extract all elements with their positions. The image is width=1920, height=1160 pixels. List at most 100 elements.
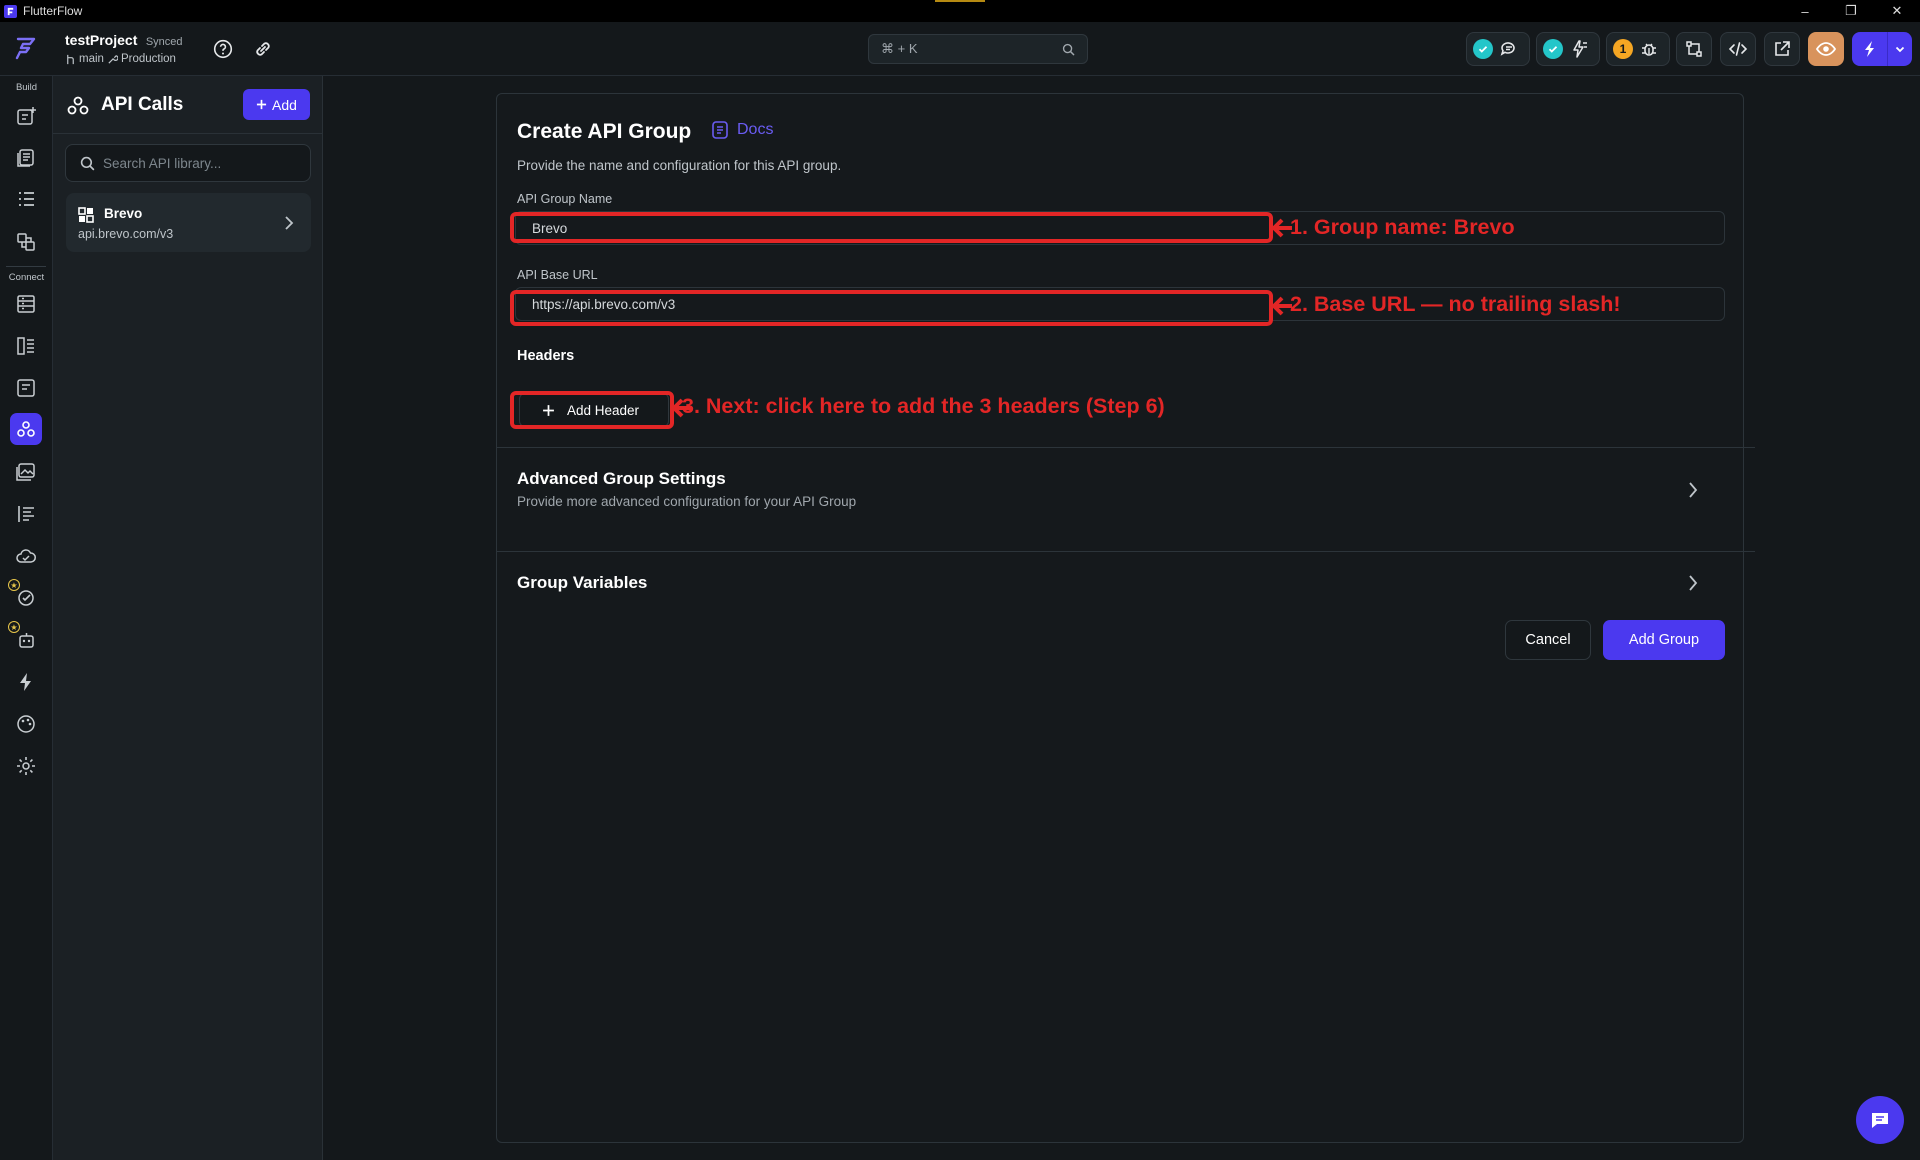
app-state-icon[interactable] [10, 372, 42, 404]
annotation-highlight-base-url [510, 290, 1273, 326]
dialog-description: Provide the name and configuration for t… [517, 158, 842, 173]
api-library-search-input[interactable]: Search API library... [65, 144, 311, 182]
components-icon[interactable] [10, 226, 42, 258]
build-section-label: Build [15, 82, 38, 93]
close-window-button[interactable]: ✕ [1874, 0, 1920, 22]
command-shortcut: ⌘ + K [881, 41, 918, 56]
run-button[interactable] [1852, 32, 1912, 66]
chevron-right-icon[interactable] [1687, 481, 1699, 499]
advanced-settings-subtitle: Provide more advanced configuration for … [517, 494, 857, 509]
environment-name[interactable]: Production [121, 53, 176, 65]
api-calls-icon [65, 93, 91, 119]
base-url-label: API Base URL [517, 268, 598, 282]
window-titlebar: FlutterFlow – ❐ ✕ [0, 0, 1920, 22]
titlebar-accent [935, 0, 985, 2]
connect-section-label: Connect [8, 272, 45, 283]
panel-header: API Calls Add [53, 76, 323, 134]
data-types-icon[interactable] [10, 330, 42, 362]
top-toolbar: testProject Synced main Production ⌘ + K [0, 22, 1920, 76]
media-assets-icon[interactable] [10, 456, 42, 488]
advanced-settings-title[interactable]: Advanced Group Settings [517, 469, 726, 489]
api-calls-icon[interactable] [10, 413, 42, 445]
support-chat-button[interactable] [1856, 1096, 1904, 1144]
search-placeholder: Search API library... [103, 155, 222, 171]
panel-title: API Calls [101, 94, 184, 115]
tests-icon[interactable] [10, 582, 42, 614]
rail-divider [6, 266, 46, 267]
annotation-step-3: 3. Next: click here to add the 3 headers… [682, 394, 1165, 418]
flutterflow-app-icon [4, 4, 17, 18]
agents-icon[interactable] [10, 624, 42, 656]
view-code-button[interactable] [1720, 32, 1756, 66]
cancel-button[interactable]: Cancel [1505, 620, 1591, 660]
annotation-step-1: 1. Group name: Brevo [1290, 215, 1515, 239]
docs-label: Docs [737, 121, 774, 138]
navigation-rail: Build Connect ★ ★ [0, 76, 53, 1160]
settings-gear-icon[interactable] [10, 750, 42, 782]
issues-pill[interactable]: 1 [1606, 32, 1670, 66]
check-icon [1543, 39, 1563, 59]
section-divider [497, 551, 1755, 552]
wrench-icon [107, 54, 118, 65]
docs-link[interactable]: Docs [711, 120, 773, 140]
lightning-list-icon [1569, 39, 1589, 59]
chat-icon [1869, 1109, 1891, 1131]
link-icon[interactable] [250, 36, 276, 62]
page-selector-icon[interactable] [10, 142, 42, 174]
branching-button[interactable] [1676, 32, 1712, 66]
check-icon [1473, 39, 1493, 59]
dialog-title: Create API Group [517, 120, 692, 143]
lightning-icon[interactable] [1852, 32, 1888, 66]
branch-icon [65, 54, 76, 65]
section-divider [497, 447, 1755, 448]
restore-button[interactable]: ❐ [1828, 0, 1874, 22]
flutterflow-logo-icon[interactable] [12, 34, 40, 62]
custom-code-icon[interactable] [10, 498, 42, 530]
plus-icon [256, 99, 267, 110]
annotation-highlight-add-header [510, 391, 674, 429]
api-group-name: Brevo [104, 206, 143, 221]
external-link-icon [1772, 39, 1792, 59]
branch-flow-icon [1684, 39, 1704, 59]
window-title: FlutterFlow [23, 4, 83, 18]
preview-button[interactable] [1808, 32, 1844, 66]
bug-icon [1639, 39, 1659, 59]
api-calls-panel: API Calls Add Search API library... Brev… [53, 76, 323, 1160]
database-icon[interactable] [10, 288, 42, 320]
theme-icon[interactable] [10, 708, 42, 740]
search-icon [1062, 43, 1075, 56]
code-icon [1728, 39, 1748, 59]
group-variables-title[interactable]: Group Variables [517, 573, 647, 593]
create-api-group-dialog: Create API Group Docs Provide the name a… [496, 93, 1755, 1143]
add-label: Add [272, 96, 297, 113]
group-name-label: API Group Name [517, 192, 613, 206]
eye-icon [1815, 38, 1837, 60]
api-group-url: api.brevo.com/v3 [78, 227, 174, 241]
lightning-icon[interactable] [10, 666, 42, 698]
api-group-item[interactable]: Brevo api.brevo.com/v3 [66, 193, 311, 252]
cloud-icon[interactable] [10, 540, 42, 572]
annotation-highlight-group-name [510, 212, 1273, 243]
sync-status: Synced [145, 36, 183, 48]
widget-tree-icon[interactable] [10, 184, 42, 216]
annotation-step-2: 2. Base URL — no trailing slash! [1290, 292, 1621, 316]
issue-count-badge: 1 [1613, 39, 1633, 59]
add-api-button[interactable]: Add [243, 89, 310, 120]
open-external-button[interactable] [1764, 32, 1800, 66]
search-icon [80, 156, 95, 171]
add-group-button[interactable]: Add Group [1603, 620, 1725, 660]
chevron-right-icon [283, 215, 295, 231]
chevron-right-icon[interactable] [1687, 574, 1699, 592]
actions-status-pill[interactable] [1536, 32, 1600, 66]
minimize-button[interactable]: – [1782, 0, 1828, 22]
chevron-down-icon[interactable] [1888, 43, 1912, 55]
document-icon [711, 120, 729, 140]
collaboration-status-pill[interactable] [1466, 32, 1530, 66]
api-group-icon [78, 207, 94, 223]
branch-name[interactable]: main [79, 53, 104, 65]
add-page-icon[interactable] [10, 100, 42, 132]
project-name[interactable]: testProject [65, 32, 137, 48]
help-icon[interactable] [210, 36, 236, 62]
headers-heading: Headers [517, 348, 575, 364]
command-search[interactable]: ⌘ + K [868, 34, 1088, 64]
